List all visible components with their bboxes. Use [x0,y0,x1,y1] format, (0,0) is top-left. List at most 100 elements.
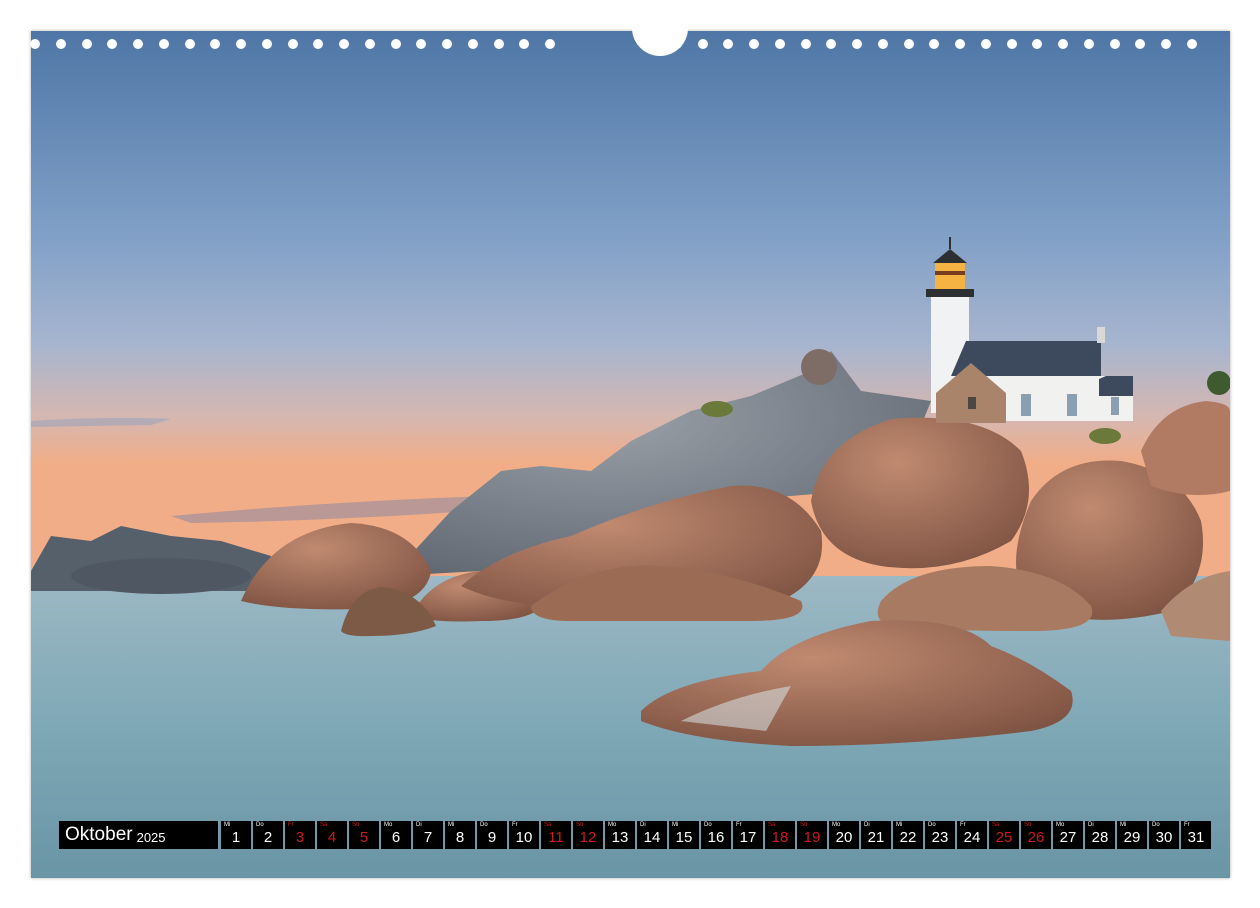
binding-hole [903,39,914,49]
weekday-label: Mi [448,822,455,828]
day-cell: Di 14 [637,821,667,849]
binding-hole [774,39,785,49]
day-number: 13 [611,829,629,846]
binding-hole [416,39,427,49]
weekday-label: Fr [960,822,966,828]
binding-hole [1006,39,1017,49]
weekday-label: Fr [736,822,742,828]
binding-hole [955,39,965,49]
calendar-page [31,31,1230,878]
weekday-label: Mi [896,822,903,828]
weekday-label: Mo [384,822,393,828]
day-cell: Sa 11 [541,821,571,849]
day-cell: Sa 4 [317,821,347,849]
day-number: 7 [423,829,433,846]
day-cell: Fr 10 [509,821,539,849]
weekday-label: Fr [288,822,294,828]
day-number: 9 [487,829,497,846]
weekday-label: Sa [320,822,328,828]
day-number: 11 [548,829,564,846]
day-number: 21 [867,829,885,846]
weekday-label: Do [928,822,936,828]
day-cell: So 26 [1021,821,1051,849]
photo-lighthouse-coast [31,31,1230,878]
day-number: 31 [1187,829,1205,846]
binding-hole [236,39,246,49]
month-calendar-bar: Oktober 2025 Mi 1 Do 2 Fr 3 Sa 4 So 5 Mo 6 Di 7 Mi 8 Do 9… [59,821,1211,849]
binding-hole [749,39,759,49]
day-number: 18 [771,829,789,846]
day-number: 30 [1155,829,1173,846]
weekday-label: Fr [512,822,518,828]
day-cell: Do 9 [477,821,507,849]
weekday-label: Sa [992,822,1000,828]
day-cell: Di 21 [861,821,891,849]
day-number: 29 [1123,829,1141,846]
day-number: 10 [515,829,533,846]
day-number: 26 [1027,829,1045,846]
binding-hole [1135,39,1146,49]
weekday-label: Mi [672,822,679,828]
day-cell: Fr 24 [957,821,987,849]
binding-hole [519,39,530,49]
binding-hole [210,39,221,49]
day-number: 5 [359,829,369,846]
weekday-label: Mo [832,822,841,828]
binding-hole [1161,39,1171,49]
month-year: 2025 [136,829,166,845]
binding-hole [1186,39,1197,49]
month-name: Oktober [65,824,133,845]
day-cell: Di 28 [1085,821,1115,849]
binding-hole [826,39,837,49]
binding-hole [877,39,888,49]
binding-hole [723,39,734,49]
day-cell: Mi 15 [669,821,699,849]
binding-hole [467,39,478,49]
binding-hole [1083,39,1094,49]
day-cell: So 5 [349,821,379,849]
binding-hole [133,39,143,49]
day-number: 27 [1059,829,1077,846]
weekday-label: Do [256,822,264,828]
binding-hole [800,39,811,49]
binding-hole [158,39,169,49]
weekday-label: Fr [1184,822,1190,828]
month-label: Oktober 2025 [59,821,218,849]
day-number: 19 [803,829,821,846]
weekday-label: Sa [768,822,776,828]
day-number: 17 [739,829,757,846]
weekday-label: So [800,822,808,828]
weekday-label: Mi [1120,822,1127,828]
day-cell: Mi 8 [445,821,475,849]
weekday-label: Mi [224,822,231,828]
weekday-label: Sa [544,822,552,828]
day-number: 25 [995,829,1013,846]
weekday-label: Do [1152,822,1160,828]
binding-hole [313,39,324,49]
day-cell: Do 30 [1149,821,1179,849]
day-cell: Do 2 [253,821,283,849]
weekday-label: So [1024,822,1032,828]
day-cell: Di 7 [413,821,443,849]
weekday-label: Di [1088,822,1094,828]
spiral-binding [30,28,1230,58]
binding-hole [929,39,940,49]
day-cell: Fr 31 [1181,821,1211,849]
day-cell: So 19 [797,821,827,849]
day-number: 3 [295,829,305,846]
binding-hole [697,39,708,49]
binding-hole [442,39,452,49]
day-cell: Mo 13 [605,821,635,849]
day-number: 4 [327,829,337,846]
binding-hole [1109,39,1120,49]
day-cell: Mo 20 [829,821,859,849]
day-cell: Mi 29 [1117,821,1147,849]
day-number: 2 [263,829,273,846]
day-cell: Do 23 [925,821,955,849]
day-cell: So 12 [573,821,603,849]
day-cell: Sa 18 [765,821,795,849]
day-cell: Sa 25 [989,821,1019,849]
binding-hole [493,39,504,49]
binding-hole [55,39,66,49]
binding-hole [390,39,401,49]
